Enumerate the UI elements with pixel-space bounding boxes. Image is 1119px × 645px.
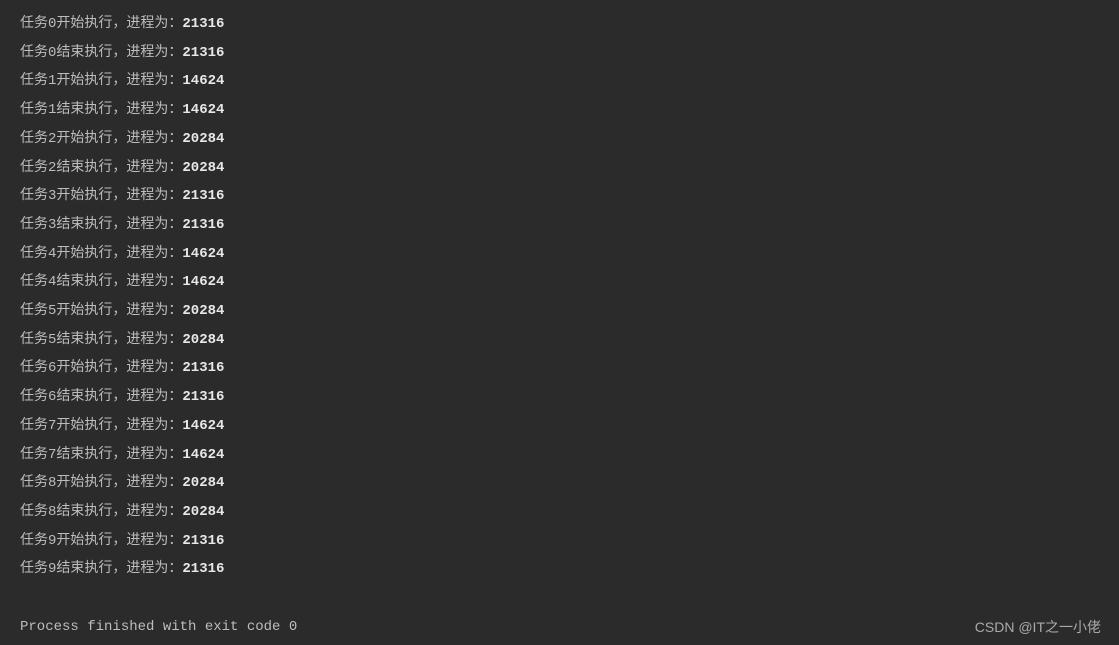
output-line: 任务4结束执行，进程为：14624	[20, 268, 1119, 297]
task-label: 任务4开始执行，进程为：	[20, 246, 182, 262]
task-label: 任务6结束执行，进程为：	[20, 389, 182, 405]
task-label: 任务7开始执行，进程为：	[20, 418, 182, 434]
task-label: 任务8开始执行，进程为：	[20, 475, 182, 491]
task-label: 任务5结束执行，进程为：	[20, 332, 182, 348]
task-label: 任务3结束执行，进程为：	[20, 217, 182, 233]
output-line: 任务3结束执行，进程为：21316	[20, 211, 1119, 240]
task-label: 任务6开始执行，进程为：	[20, 360, 182, 376]
task-label: 任务3开始执行，进程为：	[20, 188, 182, 204]
output-line: 任务4开始执行，进程为：14624	[20, 240, 1119, 269]
task-label: 任务2开始执行，进程为：	[20, 131, 182, 147]
process-id: 14624	[182, 246, 224, 262]
output-line: 任务6开始执行，进程为：21316	[20, 354, 1119, 383]
process-id: 21316	[182, 360, 224, 376]
task-label: 任务7结束执行，进程为：	[20, 447, 182, 463]
output-line: 任务7开始执行，进程为：14624	[20, 412, 1119, 441]
process-id: 20284	[182, 332, 224, 348]
task-label: 任务0开始执行，进程为：	[20, 16, 182, 32]
task-label: 任务2结束执行，进程为：	[20, 160, 182, 176]
output-line: 任务8开始执行，进程为：20284	[20, 469, 1119, 498]
output-line: 任务0开始执行，进程为：21316	[20, 10, 1119, 39]
blank-line	[20, 584, 1119, 613]
process-id: 14624	[182, 418, 224, 434]
output-line: 任务2开始执行，进程为：20284	[20, 125, 1119, 154]
output-line: 任务8结束执行，进程为：20284	[20, 498, 1119, 527]
process-id: 21316	[182, 188, 224, 204]
process-id: 21316	[182, 217, 224, 233]
process-id: 14624	[182, 73, 224, 89]
process-id: 20284	[182, 160, 224, 176]
process-id: 14624	[182, 102, 224, 118]
process-id: 20284	[182, 303, 224, 319]
process-id: 21316	[182, 389, 224, 405]
process-id: 20284	[182, 475, 224, 491]
process-id: 20284	[182, 131, 224, 147]
output-line: 任务7结束执行，进程为：14624	[20, 441, 1119, 470]
task-label: 任务1结束执行，进程为：	[20, 102, 182, 118]
process-id: 20284	[182, 504, 224, 520]
output-line: 任务9结束执行，进程为：21316	[20, 555, 1119, 584]
output-line: 任务9开始执行，进程为：21316	[20, 527, 1119, 556]
output-line: 任务1开始执行，进程为：14624	[20, 67, 1119, 96]
output-line: 任务3开始执行，进程为：21316	[20, 182, 1119, 211]
process-id: 21316	[182, 561, 224, 577]
output-line: 任务6结束执行，进程为：21316	[20, 383, 1119, 412]
task-label: 任务0结束执行，进程为：	[20, 45, 182, 61]
task-label: 任务8结束执行，进程为：	[20, 504, 182, 520]
task-label: 任务5开始执行，进程为：	[20, 303, 182, 319]
process-id: 21316	[182, 45, 224, 61]
output-line: 任务1结束执行，进程为：14624	[20, 96, 1119, 125]
watermark: CSDN @IT之一小佬	[975, 617, 1101, 637]
process-id: 14624	[182, 274, 224, 290]
output-line: 任务5结束执行，进程为：20284	[20, 326, 1119, 355]
process-id: 21316	[182, 533, 224, 549]
task-label: 任务1开始执行，进程为：	[20, 73, 182, 89]
task-label: 任务9开始执行，进程为：	[20, 533, 182, 549]
output-line: 任务5开始执行，进程为：20284	[20, 297, 1119, 326]
process-id: 14624	[182, 447, 224, 463]
task-label: 任务9结束执行，进程为：	[20, 561, 182, 577]
output-line: 任务2结束执行，进程为：20284	[20, 154, 1119, 183]
exit-message: Process finished with exit code 0	[20, 613, 1119, 642]
output-line: 任务0结束执行，进程为：21316	[20, 39, 1119, 68]
process-id: 21316	[182, 16, 224, 32]
task-label: 任务4结束执行，进程为：	[20, 274, 182, 290]
console-output: 任务0开始执行，进程为：21316任务0结束执行，进程为：21316任务1开始执…	[20, 10, 1119, 641]
